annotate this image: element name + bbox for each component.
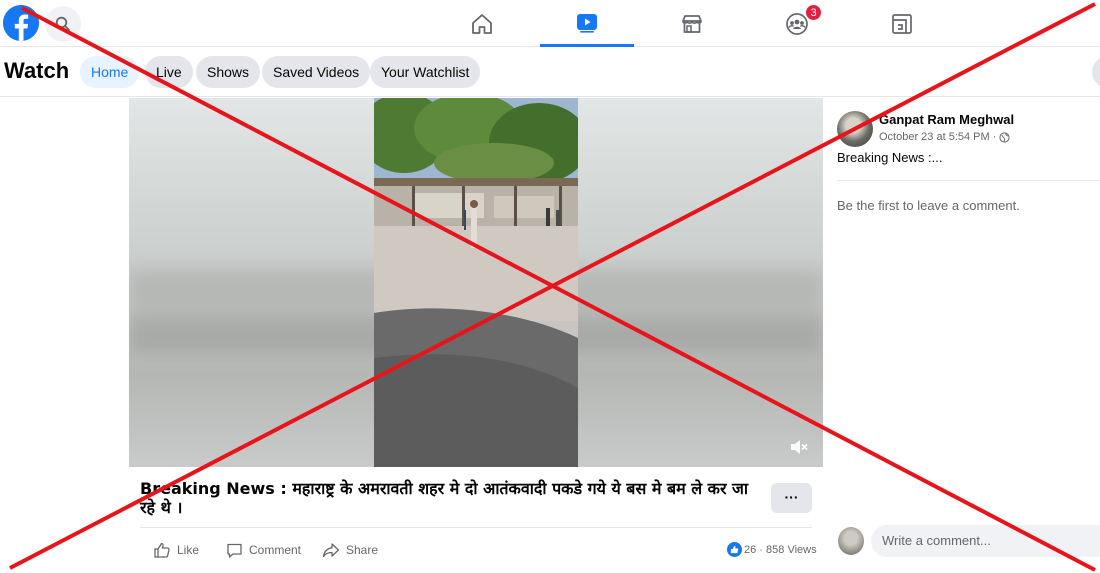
search-button[interactable] <box>45 6 81 42</box>
top-navigation-bar: 3 <box>0 0 1100 47</box>
video-scene-image <box>374 98 578 467</box>
author-avatar[interactable] <box>837 111 873 147</box>
like-button[interactable]: Like <box>153 540 199 560</box>
more-options-button[interactable]: ··· <box>771 483 812 513</box>
video-play-icon <box>577 14 597 33</box>
sidebar-post-text: Breaking News :... <box>837 150 943 165</box>
post-stats: 26 · 858 Views <box>727 542 817 557</box>
comment-button[interactable]: Comment <box>226 540 301 560</box>
comment-label: Comment <box>249 543 302 557</box>
nav-tab-gaming[interactable] <box>855 0 949 47</box>
timestamp-text: October 23 at 5:54 PM · <box>879 131 997 143</box>
gaming-icon <box>892 13 912 34</box>
store-icon <box>682 14 702 33</box>
comment-input[interactable]: Write a comment... <box>871 525 1100 557</box>
notification-badge: 3 <box>805 4 822 21</box>
nav-tab-home[interactable] <box>435 0 529 47</box>
facebook-logo-icon[interactable] <box>3 5 39 41</box>
author-name[interactable]: Ganpat Ram Meghwal <box>879 112 1014 127</box>
nav-tab-watch[interactable] <box>540 0 634 47</box>
share-button[interactable]: Share <box>322 540 378 560</box>
globe-icon <box>999 131 1010 143</box>
nav-tab-groups[interactable]: 3 <box>750 0 844 47</box>
share-label: Share <box>346 543 379 557</box>
thumbs-up-icon <box>154 542 170 558</box>
video-player[interactable] <box>129 98 823 467</box>
page-title: Watch <box>4 58 70 83</box>
stats-separator: · <box>756 543 767 556</box>
empty-comments-text: Be the first to leave a comment. <box>837 198 1020 213</box>
divider <box>140 527 812 528</box>
settings-button[interactable] <box>1092 56 1100 88</box>
tab-your-watchlist[interactable]: Your Watchlist <box>370 56 481 88</box>
tab-saved-videos[interactable]: Saved Videos <box>262 56 371 88</box>
user-avatar[interactable] <box>838 527 864 555</box>
share-icon <box>322 543 340 558</box>
divider <box>837 180 1100 181</box>
tab-shows[interactable]: Shows <box>196 56 261 88</box>
reaction-count[interactable]: 26 <box>744 544 756 556</box>
search-icon <box>55 16 70 31</box>
post-timestamp[interactable]: October 23 at 5:54 PM · <box>879 131 1010 143</box>
comment-icon <box>227 543 242 558</box>
post-text: Breaking News : महाराष्ट्र के अमरावती शह… <box>140 479 749 517</box>
home-icon <box>472 13 492 34</box>
like-reaction-icon <box>727 542 742 557</box>
tab-live[interactable]: Live <box>145 56 193 88</box>
nav-tab-marketplace[interactable] <box>645 0 739 47</box>
view-count: 858 Views <box>766 543 817 556</box>
video-frame <box>374 98 578 467</box>
tab-home[interactable]: Home <box>80 56 140 88</box>
mute-icon[interactable] <box>789 437 809 457</box>
watch-subnav: Watch Home Live Shows Saved Videos Your … <box>0 47 1100 97</box>
like-label: Like <box>177 543 200 557</box>
